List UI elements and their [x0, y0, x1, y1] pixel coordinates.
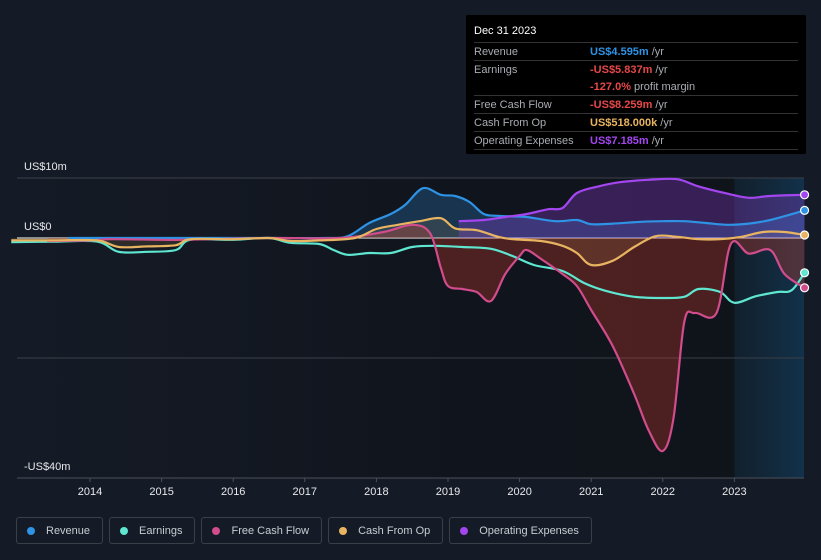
tooltip-row: Free Cash Flow -US$8.259m/yr	[474, 96, 798, 114]
tooltip-row: Cash From Op US$518.000k/yr	[474, 114, 798, 132]
tooltip-unit: /yr	[655, 63, 668, 76]
legend-label: Free Cash Flow	[231, 524, 310, 537]
tooltip-label: Operating Expenses	[474, 134, 574, 147]
tooltip-value: -US$5.837m	[590, 63, 653, 76]
x-tick-label: 2015	[149, 486, 173, 498]
tooltip-unit: profit margin	[633, 80, 696, 93]
operating-expenses-endpoint[interactable]	[799, 190, 810, 200]
tooltip-value: -US$8.259m	[590, 98, 653, 111]
x-tick-label: 2018	[364, 486, 388, 498]
legend-label: Revenue	[46, 524, 91, 537]
revenue-endpoint[interactable]	[799, 205, 810, 215]
x-tick-label: 2023	[722, 486, 746, 498]
x-tick-label: 2020	[507, 486, 531, 498]
y-tick-label: US$0	[24, 221, 52, 233]
x-tick-label: 2021	[579, 486, 603, 498]
tooltip-label: Earnings	[474, 63, 518, 76]
free-cash-flow-endpoint[interactable]	[799, 283, 810, 293]
tooltip-label: Cash From Op	[474, 116, 547, 129]
x-tick-label: 2019	[436, 486, 460, 498]
legend: Revenue Earnings Free Cash Flow Cash From O…	[16, 517, 592, 544]
legend-item-earnings[interactable]: Earnings	[109, 517, 196, 544]
y-tick-label: -US$40m	[24, 461, 70, 473]
tooltip-unit: /yr	[660, 116, 673, 129]
tooltip-unit: /yr	[651, 134, 664, 147]
y-tick-label: US$10m	[24, 161, 67, 173]
tooltip-row: -127.0% profit margin	[474, 78, 798, 96]
legend-item-free-cash-flow[interactable]: Free Cash Flow	[201, 517, 323, 544]
legend-dot-icon	[460, 526, 469, 535]
tooltip-value: US$7.185m	[590, 134, 649, 147]
legend-item-cash-from-op[interactable]: Cash From Op	[328, 517, 444, 544]
tooltip-unit: /yr	[651, 45, 664, 58]
legend-label: Cash From Op	[358, 524, 431, 537]
legend-dot-icon	[120, 526, 129, 535]
tooltip-unit: /yr	[655, 98, 668, 111]
tooltip-row: Earnings -US$5.837m/yr	[474, 61, 798, 78]
tooltip-row: Operating Expenses US$7.185m/yr	[474, 132, 798, 150]
x-tick-label: 2016	[221, 486, 245, 498]
tooltip-label: Revenue	[474, 45, 519, 58]
tooltip-value: US$4.595m	[590, 45, 649, 58]
legend-dot-icon	[27, 526, 35, 535]
x-tick-label: 2022	[651, 486, 675, 498]
tooltip-panel: Dec 31 2023 Revenue US$4.595m/yr Earnings -…	[466, 15, 806, 154]
cash-from-op-endpoint[interactable]	[799, 230, 810, 240]
legend-dot-icon	[339, 526, 348, 535]
legend-item-operating-expenses[interactable]: Operating Expenses	[449, 517, 592, 544]
x-tick-label: 2014	[78, 486, 102, 498]
x-tick-label: 2017	[293, 486, 317, 498]
legend-label: Operating Expenses	[479, 524, 579, 537]
tooltip-date: Dec 31 2023	[474, 23, 798, 43]
tooltip-value: US$518.000k	[590, 116, 658, 129]
legend-label: Earnings	[139, 524, 183, 537]
tooltip-label: Free Cash Flow	[474, 98, 552, 111]
legend-item-revenue[interactable]: Revenue	[16, 517, 104, 544]
tooltip-row: Revenue US$4.595m/yr	[474, 43, 798, 61]
legend-dot-icon	[212, 526, 221, 535]
earnings-endpoint[interactable]	[799, 268, 810, 278]
tooltip-value: -127.0%	[590, 80, 631, 93]
